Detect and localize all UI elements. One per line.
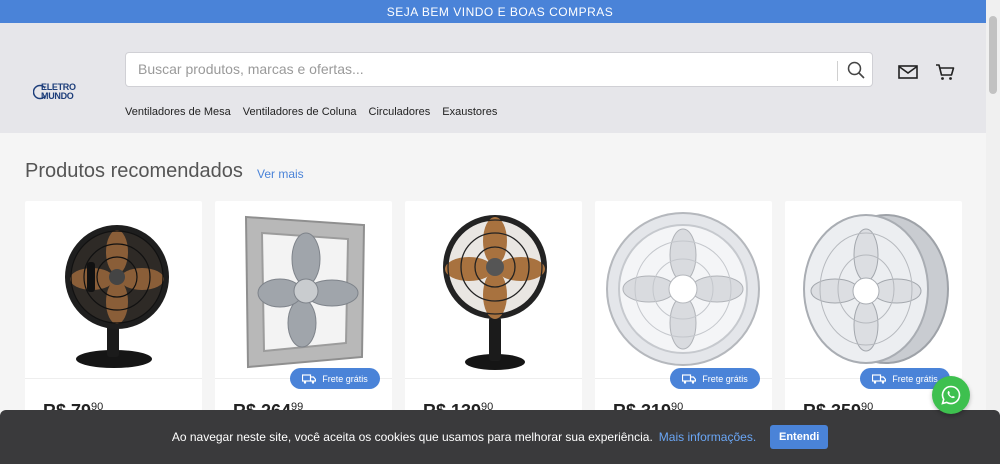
category-nav: Ventiladores de Mesa Ventiladores de Col… — [125, 106, 497, 118]
search-bar — [125, 52, 873, 87]
nav-item-exaustores[interactable]: Exaustores — [442, 106, 497, 118]
truck-icon — [302, 373, 317, 384]
cookie-more-info-link[interactable]: Mais informações. — [659, 430, 756, 444]
free-shipping-badge: Frete grátis — [670, 368, 760, 389]
whatsapp-button[interactable] — [932, 376, 970, 414]
product-card[interactable]: R$ 13990 — [405, 201, 582, 441]
page-scrollbar[interactable] — [986, 0, 1000, 464]
scrollbar-thumb[interactable] — [989, 16, 997, 94]
product-image — [785, 201, 962, 378]
product-image — [405, 201, 582, 378]
mail-button[interactable] — [897, 63, 919, 81]
search-input[interactable] — [138, 61, 828, 77]
card-divider — [405, 378, 582, 379]
product-image — [25, 201, 202, 378]
nav-item-ventiladores-de-coluna[interactable]: Ventiladores de Coluna — [243, 106, 357, 118]
header: ELETRO MUNDO Ventiladores de Mesa Ventil… — [0, 23, 1000, 133]
mail-icon — [898, 65, 918, 79]
welcome-banner: SEJA BEM VINDO E BOAS COMPRAS — [0, 0, 1000, 23]
card-divider — [25, 378, 202, 379]
free-shipping-badge: Frete grátis — [290, 368, 380, 389]
see-more-link[interactable]: Ver mais — [257, 167, 304, 181]
product-card[interactable]: Frete grátis R$ 26499 — [215, 201, 392, 441]
welcome-text: SEJA BEM VINDO E BOAS COMPRAS — [386, 4, 614, 19]
search-divider — [837, 61, 838, 81]
product-carousel: R$ 7990 Frete grátis — [25, 201, 962, 441]
product-card[interactable]: Frete grátis R$ 31990 — [595, 201, 772, 441]
search-button[interactable] — [842, 57, 870, 83]
truck-icon — [682, 373, 697, 384]
nav-item-circuladores[interactable]: Circuladores — [369, 106, 431, 118]
cart-button[interactable] — [934, 63, 956, 81]
logo[interactable]: ELETRO MUNDO — [33, 81, 85, 103]
free-shipping-label: Frete grátis — [322, 373, 368, 384]
cookie-accept-button[interactable]: Entendi — [770, 425, 829, 449]
product-image — [595, 201, 772, 378]
section-title: Produtos recomendados — [25, 160, 243, 182]
free-shipping-label: Frete grátis — [892, 373, 938, 384]
nav-item-ventiladores-de-mesa[interactable]: Ventiladores de Mesa — [125, 106, 231, 118]
truck-icon — [872, 373, 887, 384]
search-icon — [847, 61, 865, 79]
whatsapp-icon — [941, 385, 961, 405]
product-image — [215, 201, 392, 378]
cookie-banner: Ao navegar neste site, você aceita os co… — [0, 410, 1000, 464]
cart-icon — [936, 64, 955, 80]
product-card[interactable]: R$ 7990 — [25, 201, 202, 441]
logo-line2: MUNDO — [41, 91, 74, 101]
cookie-message: Ao navegar neste site, você aceita os co… — [171, 430, 653, 444]
free-shipping-label: Frete grátis — [702, 373, 748, 384]
